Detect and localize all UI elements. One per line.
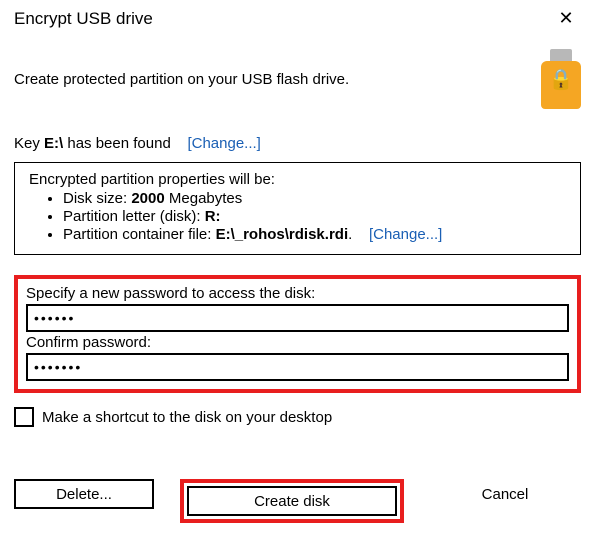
button-row: Delete... Create disk Cancel xyxy=(14,479,581,529)
intro-text: Create protected partition on your USB f… xyxy=(14,71,349,88)
close-icon[interactable]: ✕ xyxy=(551,8,581,29)
prop-size: Disk size: 2000 Megabytes xyxy=(63,190,566,207)
create-disk-button[interactable]: Create disk xyxy=(187,486,397,516)
password-input[interactable] xyxy=(26,304,569,332)
dialog-title: Encrypt USB drive xyxy=(14,9,153,29)
cancel-button[interactable]: Cancel xyxy=(430,479,580,509)
create-button-highlight: Create disk xyxy=(180,479,404,523)
password-label: Specify a new password to access the dis… xyxy=(26,285,569,302)
titlebar: Encrypt USB drive ✕ xyxy=(14,8,581,29)
partition-properties-box: Encrypted partition properties will be: … xyxy=(14,162,581,255)
password-section-highlight: Specify a new password to access the dis… xyxy=(14,275,581,393)
change-container-link[interactable]: [Change...] xyxy=(369,226,442,243)
key-drive: E:\ xyxy=(44,135,63,152)
props-header: Encrypted partition properties will be: xyxy=(29,171,566,188)
shortcut-checkbox[interactable] xyxy=(14,407,34,427)
key-prefix: Key xyxy=(14,135,44,152)
key-suffix: has been found xyxy=(63,135,171,152)
confirm-password-label: Confirm password: xyxy=(26,334,569,351)
key-found-row: Key E:\ has been found [Change...] xyxy=(14,135,581,152)
shortcut-label: Make a shortcut to the disk on your desk… xyxy=(42,409,332,426)
change-key-link[interactable]: [Change...] xyxy=(187,135,260,152)
intro-row: Create protected partition on your USB f… xyxy=(14,49,581,109)
encrypt-usb-dialog: Encrypt USB drive ✕ Create protected par… xyxy=(0,0,595,543)
prop-letter: Partition letter (disk): R: xyxy=(63,208,566,225)
delete-button[interactable]: Delete... xyxy=(14,479,154,509)
prop-container: Partition container file: E:\_rohos\rdis… xyxy=(63,226,566,243)
confirm-password-input[interactable] xyxy=(26,353,569,381)
usb-lock-icon: 🔒 xyxy=(541,49,581,109)
shortcut-checkbox-row[interactable]: Make a shortcut to the disk on your desk… xyxy=(14,407,581,427)
